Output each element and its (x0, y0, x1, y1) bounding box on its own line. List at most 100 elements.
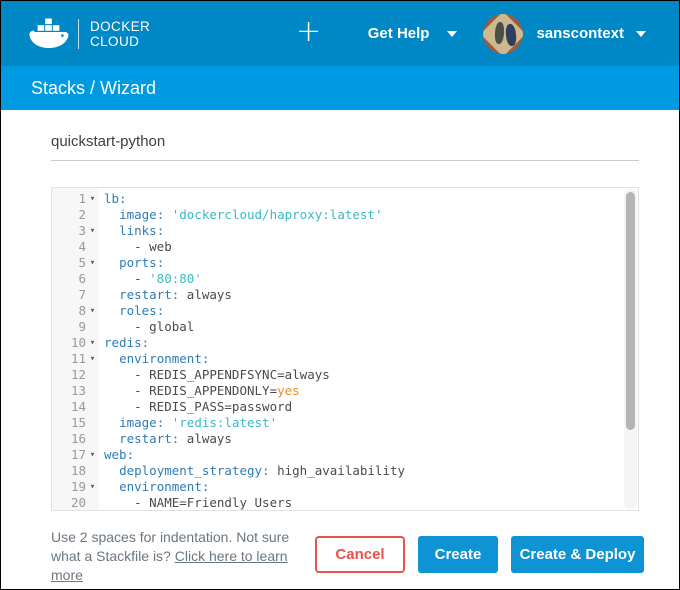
code-line: 3▾ links: (52, 223, 638, 239)
line-number: 13 (71, 383, 86, 399)
fold-spacer (86, 431, 99, 447)
line-number: 10 (71, 335, 86, 351)
fold-arrow-icon[interactable]: ▾ (86, 255, 99, 271)
username-label: sanscontext (536, 25, 624, 42)
code-text: - REDIS_APPENDONLY=yes (99, 383, 300, 399)
line-number: 17 (71, 447, 86, 463)
stackfile-editor[interactable]: 1▾lb:2 image: 'dockercloud/haproxy:lates… (51, 187, 639, 511)
action-buttons: Cancel Create Create & Deploy (315, 528, 644, 573)
code-text: image: 'redis:latest' (99, 415, 277, 431)
code-text: image: 'dockercloud/haproxy:latest' (99, 207, 382, 223)
code-line: 1▾lb: (52, 191, 638, 207)
fold-spacer (86, 463, 99, 479)
code-line: 5▾ ports: (52, 255, 638, 271)
line-number: 19 (71, 479, 86, 495)
line-number: 3 (78, 223, 86, 239)
code-lines: 1▾lb:2 image: 'dockercloud/haproxy:lates… (52, 188, 638, 511)
fold-arrow-icon[interactable]: ▾ (86, 303, 99, 319)
fold-arrow-icon[interactable]: ▾ (86, 351, 99, 367)
fold-spacer (86, 415, 99, 431)
code-text: restart: always (99, 431, 232, 447)
editor-scrollbar[interactable] (624, 189, 637, 509)
code-text: web: (99, 447, 134, 463)
fold-arrow-icon[interactable]: ▾ (86, 479, 99, 495)
line-number: 1 (78, 191, 86, 207)
fold-spacer (86, 271, 99, 287)
stack-name-input[interactable] (51, 127, 639, 161)
get-help-menu[interactable]: Get Help (368, 25, 458, 42)
line-number: 2 (78, 207, 86, 223)
code-line: 7 restart: always (52, 287, 638, 303)
user-menu[interactable]: sanscontext (536, 25, 646, 42)
code-line: 10▾redis: (52, 335, 638, 351)
line-number: 7 (78, 287, 86, 303)
chevron-down-icon (447, 31, 457, 37)
code-line: 17▾web: (52, 447, 638, 463)
brand-line-1: DOCKER (90, 19, 150, 34)
breadcrumb-bar: Stacks / Wizard (1, 66, 679, 110)
line-number: 6 (78, 271, 86, 287)
line-number: 4 (78, 239, 86, 255)
code-text: - web (99, 239, 172, 255)
code-text: - REDIS_PASS=password (99, 399, 292, 415)
code-text: restart: always (99, 287, 232, 303)
docker-whale-icon (29, 18, 69, 50)
line-number: 20 (71, 495, 86, 511)
line-number: 5 (78, 255, 86, 271)
brand-separator (78, 19, 79, 49)
fold-spacer (86, 239, 99, 255)
code-line: 16 restart: always (52, 431, 638, 447)
code-text: redis: (99, 335, 149, 351)
code-line: 8▾ roles: (52, 303, 638, 319)
line-number: 12 (71, 367, 86, 383)
code-text: - NAME=Friendly Users (99, 495, 292, 511)
code-line: 12 - REDIS_APPENDFSYNC=always (52, 367, 638, 383)
footer: Use 2 spaces for indentation. Not sure w… (1, 528, 679, 585)
breadcrumb: Stacks / Wizard (31, 78, 156, 99)
page: { "header": { "brand_line1": "DOCKER", "… (0, 0, 680, 590)
code-line: 18 deployment_strategy: high_availabilit… (52, 463, 638, 479)
code-line: 19▾ environment: (52, 479, 638, 495)
code-line: 2 image: 'dockercloud/haproxy:latest' (52, 207, 638, 223)
fold-arrow-icon[interactable]: ▾ (86, 335, 99, 351)
code-text: environment: (99, 479, 209, 495)
code-line: 15 image: 'redis:latest' (52, 415, 638, 431)
fold-spacer (86, 367, 99, 383)
code-text: roles: (99, 303, 164, 319)
code-line: 9 - global (52, 319, 638, 335)
code-text: links: (99, 223, 164, 239)
docker-cloud-logo[interactable]: DOCKER CLOUD (29, 18, 150, 50)
line-number: 8 (78, 303, 86, 319)
code-text: - REDIS_APPENDFSYNC=always (99, 367, 330, 383)
code-line: 14 - REDIS_PASS=password (52, 399, 638, 415)
fold-arrow-icon[interactable]: ▾ (86, 223, 99, 239)
add-plus-button[interactable]: + (296, 14, 321, 50)
code-line: 6 - '80:80' (52, 271, 638, 287)
nav-right-group: Get Help sanscontext (368, 1, 646, 66)
top-nav-bar: DOCKER CLOUD + Get Help sanscontext (1, 1, 679, 66)
fold-arrow-icon[interactable]: ▾ (86, 447, 99, 463)
fold-spacer (86, 399, 99, 415)
get-help-label: Get Help (368, 25, 430, 42)
fold-spacer (86, 287, 99, 303)
line-number: 11 (71, 351, 86, 367)
line-number: 18 (71, 463, 86, 479)
code-text: environment: (99, 351, 209, 367)
create-and-deploy-button[interactable]: Create & Deploy (511, 536, 644, 573)
code-line: 13 - REDIS_APPENDONLY=yes (52, 383, 638, 399)
scrollbar-thumb[interactable] (626, 192, 635, 430)
chevron-down-icon (636, 31, 646, 37)
fold-spacer (86, 207, 99, 223)
fold-spacer (86, 383, 99, 399)
user-avatar[interactable] (483, 14, 523, 54)
fold-spacer (86, 319, 99, 335)
cancel-button[interactable]: Cancel (315, 536, 405, 573)
create-button[interactable]: Create (418, 536, 498, 573)
fold-arrow-icon[interactable]: ▾ (86, 191, 99, 207)
line-number: 15 (71, 415, 86, 431)
line-number: 14 (71, 399, 86, 415)
brand-line-2: CLOUD (90, 34, 150, 49)
indentation-help-text: Use 2 spaces for indentation. Not sure w… (51, 528, 315, 585)
code-line: 20 - NAME=Friendly Users (52, 495, 638, 511)
code-line: 4 - web (52, 239, 638, 255)
